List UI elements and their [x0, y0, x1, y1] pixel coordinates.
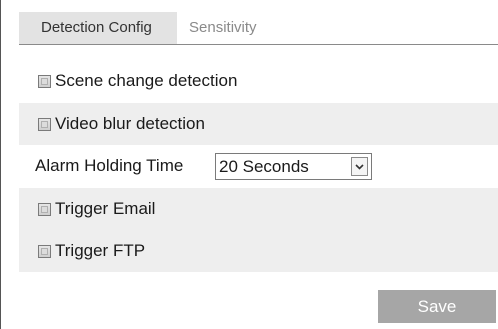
chevron-down-icon[interactable] — [351, 157, 368, 176]
trigger-email-checkbox[interactable] — [38, 202, 51, 216]
scene-change-label: Scene change detection — [55, 71, 238, 90]
trigger-email-label: Trigger Email — [55, 199, 156, 218]
tab-bar: Detection Config Sensitivity — [19, 12, 270, 44]
alarm-holding-row: Alarm Holding Time 20 Seconds — [19, 145, 498, 187]
video-blur-checkbox[interactable] — [38, 117, 51, 131]
alarm-holding-select[interactable]: 20 Seconds — [215, 153, 372, 180]
tab-divider — [19, 44, 498, 45]
scene-change-row: Scene change detection — [19, 60, 498, 102]
alarm-holding-label: Alarm Holding Time — [35, 156, 184, 175]
detection-settings-panel: Detection Config Sensitivity Scene chang… — [0, 0, 498, 329]
tab-detection-config[interactable]: Detection Config — [19, 12, 177, 44]
scene-change-checkbox[interactable] — [38, 74, 51, 88]
trigger-ftp-checkbox[interactable] — [38, 244, 51, 258]
trigger-email-option[interactable]: Trigger Email — [19, 199, 155, 219]
scene-change-option[interactable]: Scene change detection — [19, 71, 237, 91]
trigger-ftp-option[interactable]: Trigger FTP — [19, 241, 145, 261]
trigger-ftp-label: Trigger FTP — [55, 241, 146, 260]
save-button[interactable]: Save — [378, 290, 496, 323]
trigger-ftp-row: Trigger FTP — [19, 230, 498, 272]
alarm-holding-value: 20 Seconds — [219, 156, 309, 176]
tab-sensitivity[interactable]: Sensitivity — [177, 12, 270, 44]
video-blur-option[interactable]: Video blur detection — [19, 114, 205, 134]
trigger-email-row: Trigger Email — [19, 188, 498, 230]
video-blur-label: Video blur detection — [55, 114, 205, 133]
video-blur-row: Video blur detection — [19, 103, 498, 145]
